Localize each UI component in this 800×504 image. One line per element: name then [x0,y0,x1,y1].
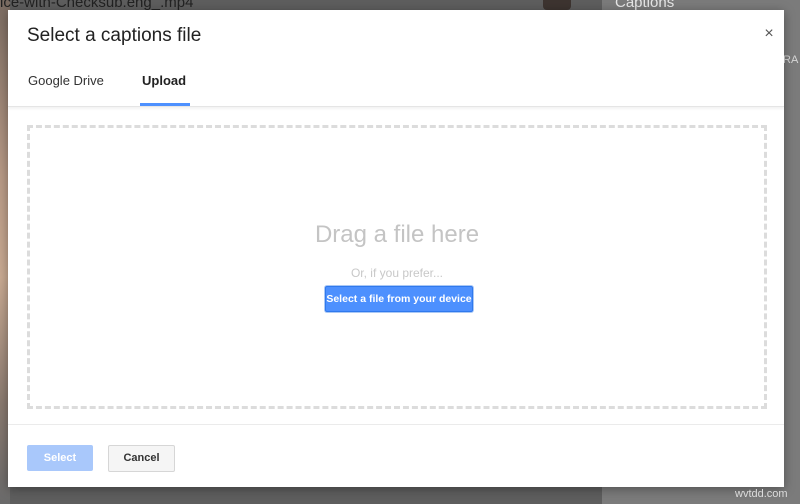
active-tab-indicator [140,103,191,106]
tab-label: Google Drive [28,73,104,88]
tab-google-drive[interactable]: Google Drive [28,60,104,106]
dialog-title: Select a captions file [27,25,202,46]
select-button[interactable]: Select [27,445,93,471]
drop-zone-subtext: Or, if you prefer... [350,266,444,280]
drop-zone-heading: Drag a file here [314,221,480,248]
close-icon[interactable]: × [760,24,778,44]
tab-label: Upload [142,73,187,88]
tab-upload[interactable]: Upload [140,60,191,106]
background-edge-text: RA [783,54,799,66]
cancel-button[interactable]: Cancel [108,445,175,472]
footer-divider [8,424,784,425]
captions-file-dialog: Select a captions file × Google Drive Up… [8,10,784,487]
select-file-from-device-button[interactable]: Select a file from your device [325,286,473,312]
watermark: wvtdd.com [735,488,788,500]
avatar [543,0,571,10]
source-tabs: Google Drive Upload [8,60,784,107]
file-drop-zone[interactable]: Drag a file here Or, if you prefer... Se… [27,125,767,409]
